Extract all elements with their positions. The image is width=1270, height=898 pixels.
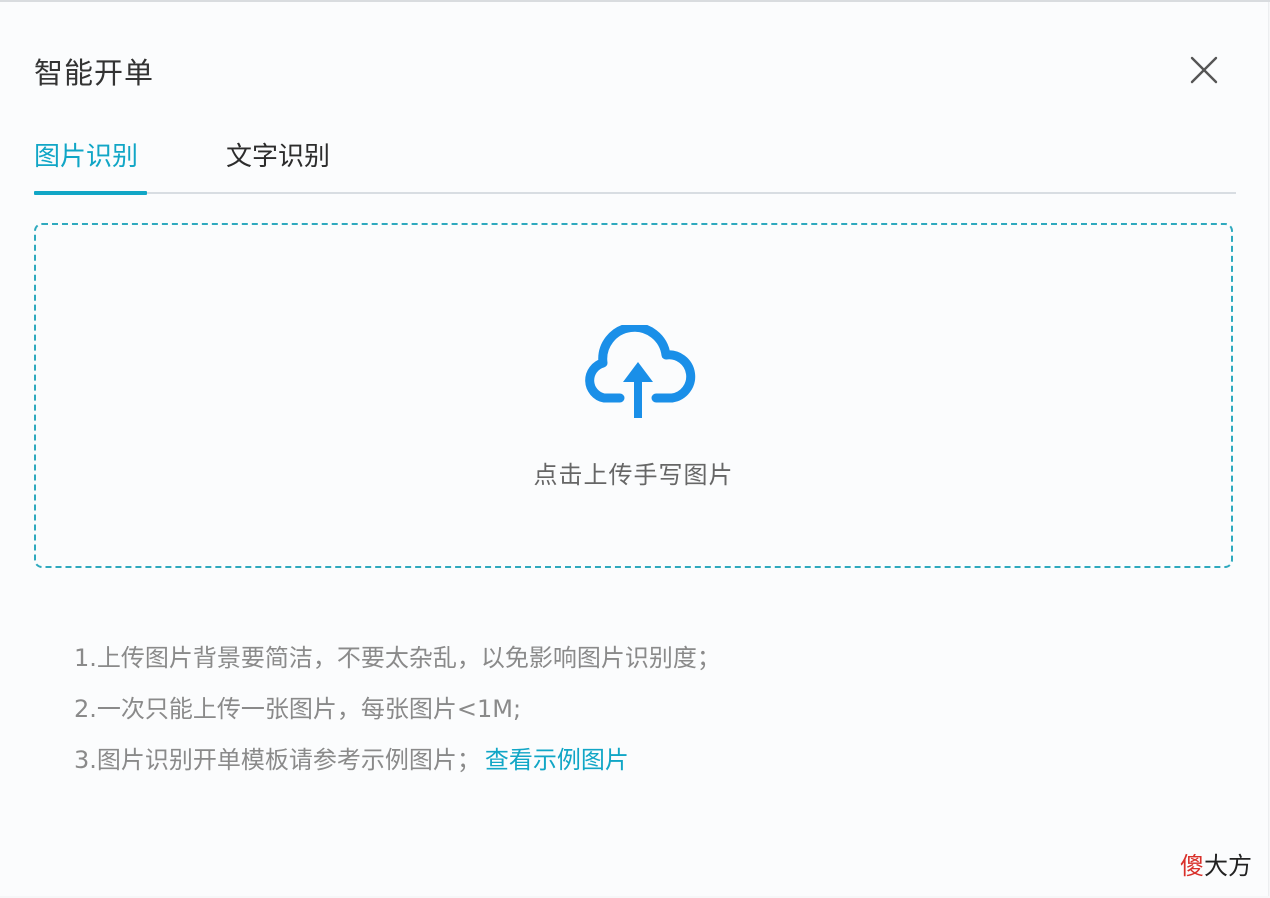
watermark-char: 傻: [1180, 852, 1204, 880]
tab-image-recognition[interactable]: 图片识别: [34, 136, 147, 195]
view-example-link[interactable]: 查看示例图片: [485, 746, 629, 774]
upload-tips: 1.上传图片背景要简洁，不要太杂乱，以免影响图片识别度； 2.一次只能上传一张图…: [74, 640, 721, 793]
recognition-tabs: 图片识别 文字识别: [34, 122, 1236, 195]
close-icon: [1190, 56, 1218, 84]
tip-background: 1.上传图片背景要简洁，不要太杂乱，以免影响图片识别度；: [74, 644, 721, 672]
tip-template: 3.图片识别开单模板请参考示例图片； 查看示例图片: [74, 742, 721, 793]
close-button[interactable]: [1184, 50, 1224, 90]
tab-text-recognition[interactable]: 文字识别: [226, 136, 330, 173]
upload-dropzone[interactable]: 点击上传手写图片: [34, 223, 1233, 568]
upload-label: 点击上传手写图片: [533, 461, 734, 489]
watermark: 傻大方: [1180, 846, 1252, 881]
smart-order-dialog: 智能开单 图片识别 文字识别 点击上传手写图片 1.上传图片背景要简洁，不要太杂…: [0, 2, 1269, 896]
watermark-rest: 大方: [1204, 852, 1252, 880]
tip-size-limit: 2.一次只能上传一张图片，每张图片<1M;: [74, 695, 522, 723]
tip-template-text: 3.图片识别开单模板请参考示例图片；: [74, 746, 481, 774]
cloud-upload-icon: [585, 325, 696, 418]
dialog-title: 智能开单: [34, 56, 155, 90]
